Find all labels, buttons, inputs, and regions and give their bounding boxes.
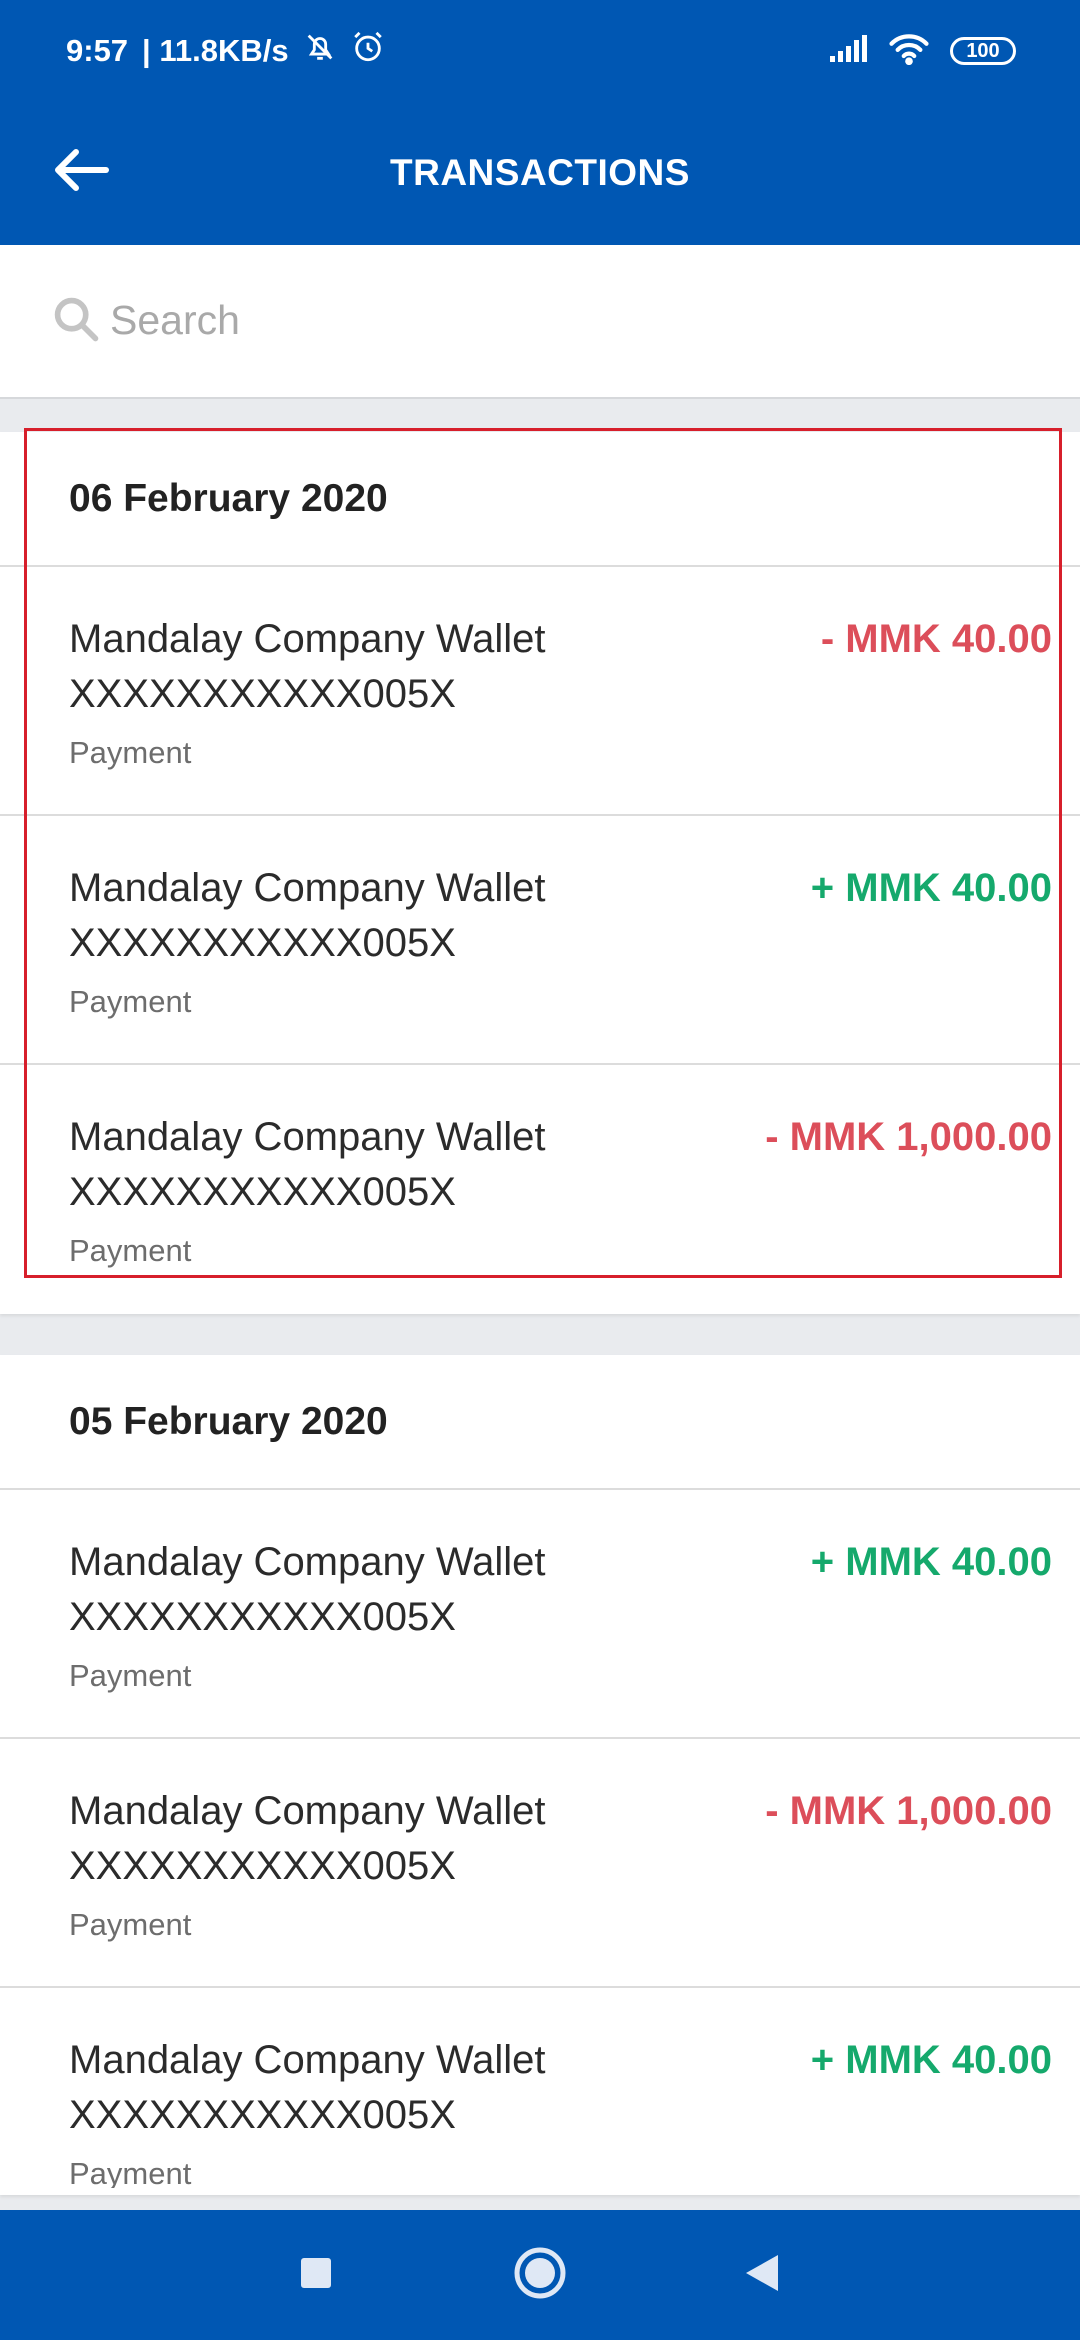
status-network-speed: | 11.8KB/s	[142, 33, 289, 68]
recents-button[interactable]	[276, 2235, 356, 2315]
arrow-left-icon	[52, 146, 112, 199]
signal-icon	[828, 34, 868, 69]
back-nav-button[interactable]	[722, 2235, 802, 2315]
transaction-name: Mandalay Company Wallet	[69, 866, 546, 910]
back-triangle-icon	[744, 2253, 780, 2298]
transaction-row[interactable]: Mandalay Company Wallet XXXXXXXXXXX005X …	[0, 816, 1080, 1065]
transaction-account: XXXXXXXXXXX005X	[69, 921, 456, 965]
system-nav-bar	[0, 2210, 1080, 2340]
transaction-amount: + MMK 40.00	[810, 2038, 1052, 2082]
bell-off-icon	[303, 30, 337, 72]
group-date-header: 05 February 2020	[0, 1355, 1080, 1490]
search-input[interactable]	[108, 283, 1012, 357]
transaction-account: XXXXXXXXXXX005X	[69, 1170, 456, 1214]
transaction-type: Payment	[69, 984, 192, 1019]
transaction-account: XXXXXXXXXXX005X	[69, 1844, 456, 1888]
transaction-group: 06 February 2020 Mandalay Company Wallet…	[0, 432, 1080, 1314]
transaction-row[interactable]: Mandalay Company Wallet XXXXXXXXXXX005X …	[0, 1739, 1080, 1988]
transaction-group: 05 February 2020 Mandalay Company Wallet…	[0, 1355, 1080, 2195]
transaction-name: Mandalay Company Wallet	[69, 1789, 546, 1833]
transaction-type: Payment	[69, 735, 192, 770]
transaction-row[interactable]: Mandalay Company Wallet XXXXXXXXXXX005X …	[0, 1490, 1080, 1739]
transaction-name: Mandalay Company Wallet	[69, 2038, 546, 2082]
transaction-account: XXXXXXXXXXX005X	[69, 672, 456, 716]
transaction-name: Mandalay Company Wallet	[69, 617, 546, 661]
transaction-account: XXXXXXXXXXX005X	[69, 1595, 456, 1639]
transaction-type: Payment	[69, 1658, 192, 1693]
back-button[interactable]	[40, 130, 124, 214]
transaction-amount: - MMK 1,000.00	[765, 1789, 1052, 1833]
transaction-type: Payment	[69, 1233, 192, 1268]
status-bar: 9:57 | 11.8KB/s 100	[0, 0, 1080, 100]
alarm-icon	[351, 30, 385, 72]
status-right: 100	[828, 28, 1016, 74]
transaction-row[interactable]: Mandalay Company Wallet XXXXXXXXXXX005X …	[0, 1988, 1080, 2188]
search-bar	[0, 245, 1080, 399]
home-button[interactable]	[500, 2235, 580, 2315]
transaction-amount: + MMK 40.00	[810, 1540, 1052, 1584]
transaction-row[interactable]: Mandalay Company Wallet XXXXXXXXXXX005X …	[0, 567, 1080, 816]
battery-icon: 100	[950, 37, 1016, 65]
search-icon	[50, 293, 102, 345]
transaction-type: Payment	[69, 2156, 192, 2188]
recents-square-icon	[299, 2256, 333, 2295]
status-left: 9:57 | 11.8KB/s	[66, 28, 385, 74]
home-circle-icon	[513, 2246, 567, 2305]
transaction-row[interactable]: Mandalay Company Wallet XXXXXXXXXXX005X …	[0, 1065, 1080, 1314]
transaction-amount: - MMK 40.00	[820, 617, 1052, 661]
status-time: 9:57	[66, 33, 129, 68]
group-date-header: 06 February 2020	[0, 432, 1080, 567]
app-bar: TRANSACTIONS	[0, 100, 1080, 245]
wifi-icon	[888, 33, 930, 70]
transaction-type: Payment	[69, 1907, 192, 1942]
transaction-name: Mandalay Company Wallet	[69, 1115, 546, 1159]
transaction-account: XXXXXXXXXXX005X	[69, 2093, 456, 2137]
transaction-amount: - MMK 1,000.00	[765, 1115, 1052, 1159]
transaction-amount: + MMK 40.00	[810, 866, 1052, 910]
page-title: TRANSACTIONS	[390, 151, 690, 193]
transaction-name: Mandalay Company Wallet	[69, 1540, 546, 1584]
